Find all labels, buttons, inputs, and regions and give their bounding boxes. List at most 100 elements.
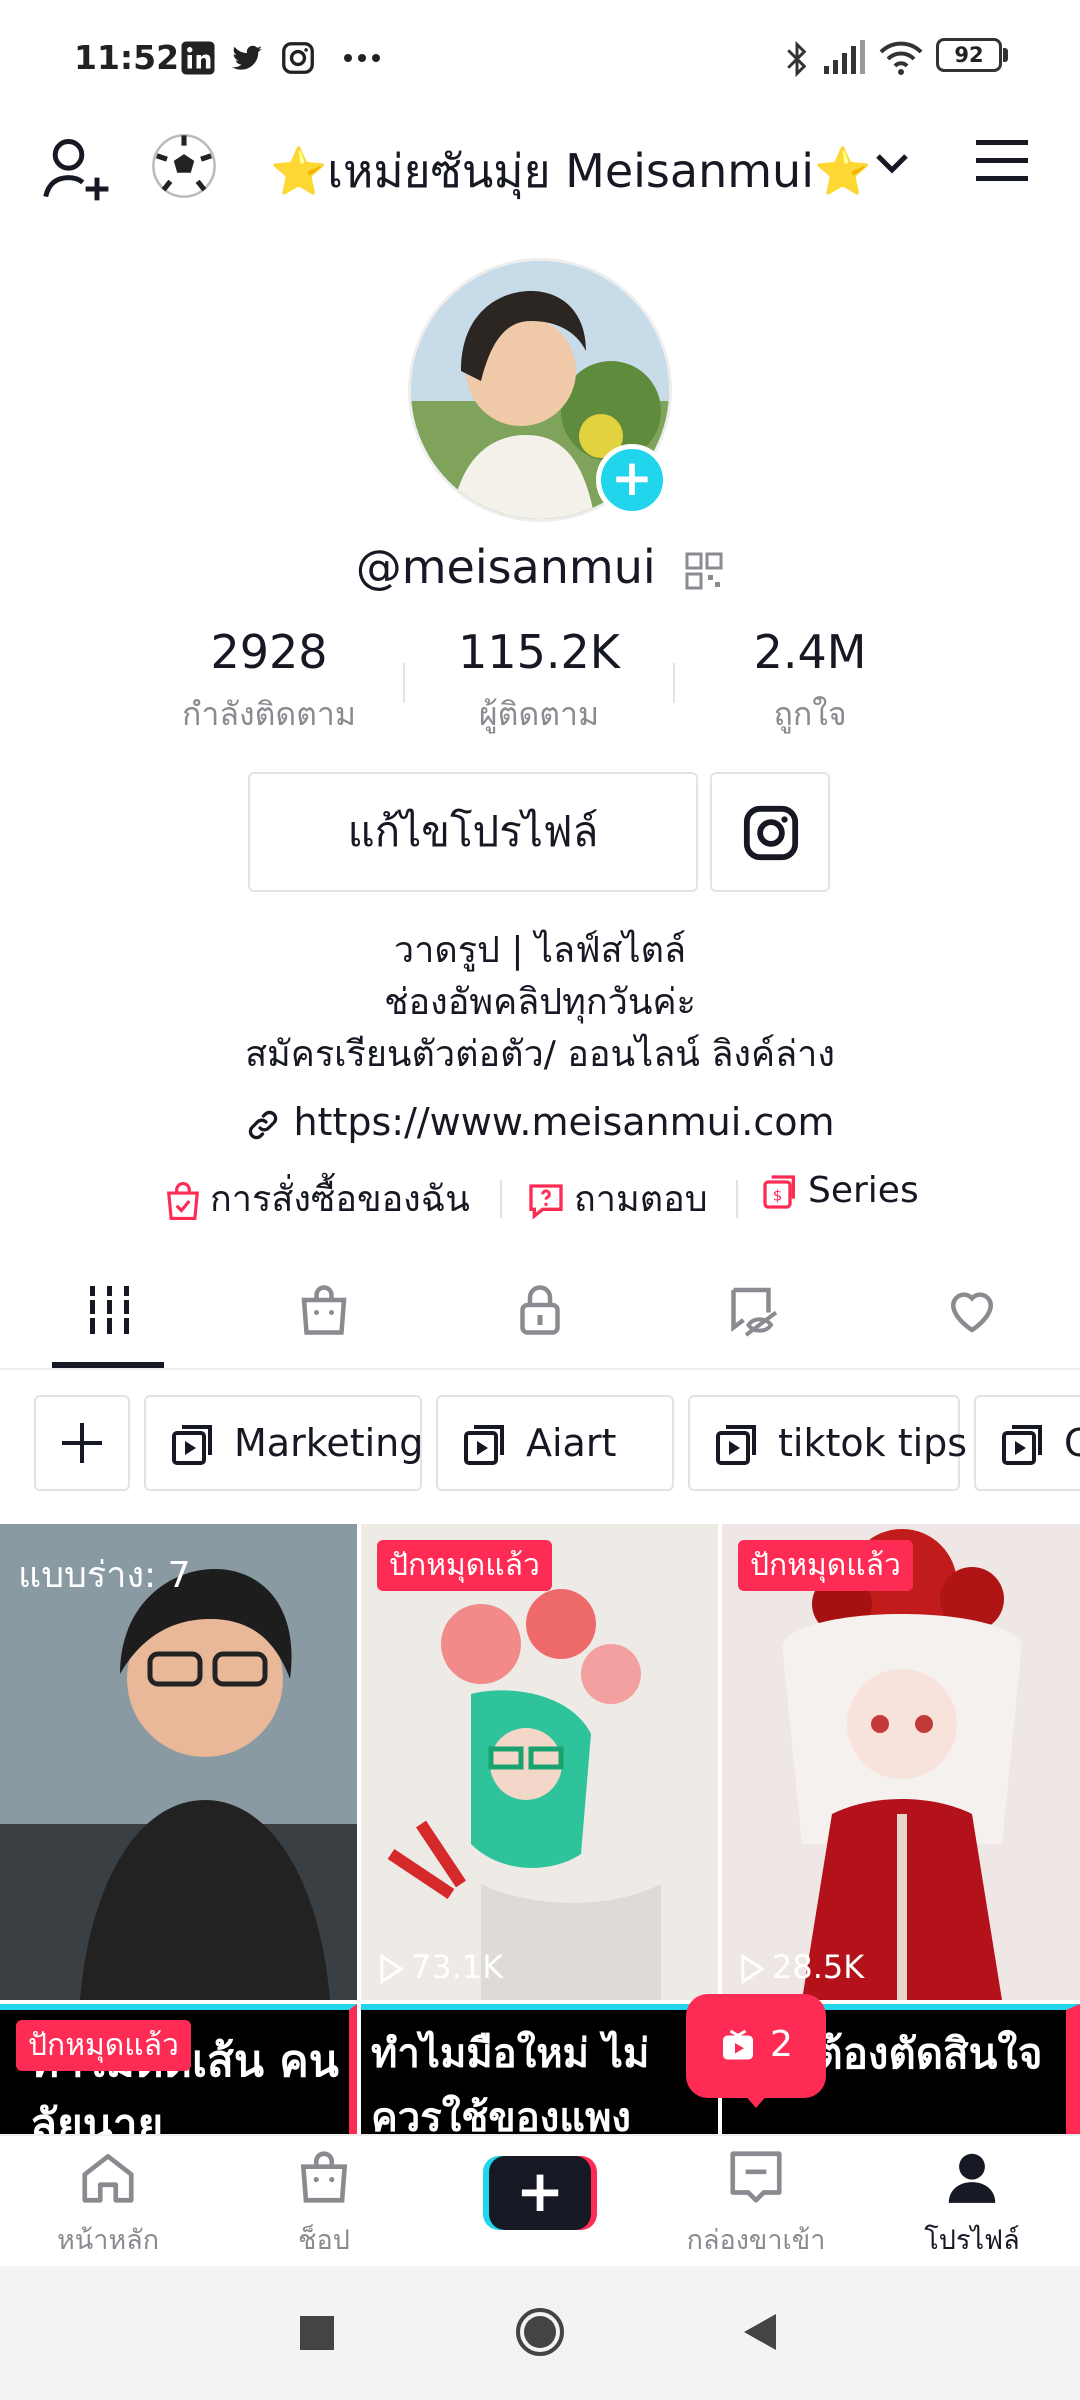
soccer-ball-icon[interactable] [150, 132, 218, 200]
nav-profile[interactable]: โปรไฟล์ [872, 2146, 1072, 2261]
nav-profile-label: โปรไฟล์ [924, 2225, 1020, 2256]
bluetooth-icon [787, 40, 807, 78]
nav-shop[interactable]: ช็อป [224, 2146, 424, 2261]
add-avatar-button[interactable]: + [596, 444, 668, 516]
account-switcher[interactable]: ⭐เหม่ยซันมุ่ย Meisanmui⭐ [270, 135, 871, 208]
series-label: Series [808, 1170, 919, 1211]
instagram-button[interactable] [710, 772, 830, 892]
playlist-chip[interactable]: Marketing [144, 1395, 424, 1491]
following-label: กำลังติดตาม [182, 695, 356, 733]
shopping-bag-check-icon [167, 1182, 199, 1220]
playlist-icon [1002, 1425, 1042, 1465]
playlist-chip[interactable]: tiktok tips [688, 1395, 967, 1491]
following-count: 2928 [210, 625, 328, 679]
instagram-icon [743, 805, 799, 861]
bio-line: ช่องอัพคลิปทุกวันค่ะ [384, 982, 696, 1023]
battery-tip [1003, 48, 1008, 62]
tab-liked-heart-icon[interactable] [942, 1280, 1002, 1340]
profile-extras: การสั่งซื้อของฉัน ถามตอบ $ Series [0, 1170, 1080, 1230]
username: @meisanmui [0, 540, 1080, 594]
video-caption: ทำไมมือใหม่ ไม่ควรใช้ของแพง [371, 2031, 650, 2134]
twitter-icon [232, 45, 262, 70]
wifi-icon [879, 41, 923, 75]
instagram-icon [282, 42, 314, 74]
nav-home-label: หน้าหลัก [56, 2225, 160, 2256]
back-button[interactable] [740, 2310, 780, 2354]
my-orders-label: การสั่งซื้อของฉัน [210, 1179, 470, 1220]
more-dots-icon [344, 54, 380, 62]
active-tab-indicator [52, 1362, 164, 1368]
add-friend-icon[interactable] [40, 132, 116, 208]
shop-bag-icon [300, 2151, 348, 2203]
tab-private-lock-icon[interactable] [510, 1280, 570, 1340]
star-left-icon: ⭐ [270, 144, 328, 198]
video-thumbnail[interactable]: ทำไมติดเส้น คนลัยนาย ปักหมุดแล้ว [0, 2004, 357, 2134]
link-icon [249, 1110, 278, 1139]
bio-line: สมัครเรียนตัวต่อตัว/ ออนไลน์ ลิงค์ล่าง [245, 1034, 835, 1075]
stat-likes[interactable]: 2.4M ถูกใจ [670, 625, 950, 740]
play-icon [380, 1953, 404, 1985]
my-orders-link[interactable]: การสั่งซื้อของฉัน [164, 1170, 470, 1227]
add-playlist-button[interactable] [34, 1395, 130, 1491]
playlist-label: C [1064, 1421, 1080, 1465]
recent-apps-button[interactable] [300, 2316, 334, 2350]
pinned-badge: ปักหมุดแล้ว [16, 2020, 191, 2071]
playlist-chip[interactable]: Aiart [436, 1395, 674, 1491]
video-thumbnail-image [361, 1524, 718, 2000]
playlist-label: Marketing [234, 1421, 424, 1465]
username-text: @meisanmui [355, 540, 656, 594]
bio-line: วาดรูป | ไลฟ์สไตล์ [393, 930, 687, 971]
chevron-down-icon[interactable] [872, 148, 912, 178]
nav-inbox-label: กล่องขาเข้า [686, 2225, 826, 2256]
tab-videos-grid-icon[interactable] [80, 1280, 140, 1340]
account-name: เหม่ยซันมุ่ย Meisanmui [327, 144, 814, 198]
video-thumbnail[interactable]: ทำไมมือใหม่ ไม่ควรใช้ของแพง [361, 2004, 718, 2134]
stat-followers[interactable]: 115.2K ผู้ติดตาม [399, 625, 679, 740]
video-grid: แบบร่าง: 7 ปักหมุดแล้ว 73.1K ปักหมุดแล้ว… [0, 1524, 1080, 2134]
nav-inbox[interactable]: กล่องขาเข้า [656, 2146, 856, 2261]
signal-icon [824, 40, 865, 74]
draft-label: แบบร่าง: 7 [18, 1555, 191, 1596]
view-count-text: 28.5K [772, 1948, 865, 1986]
video-thumbnail[interactable]: ปักหมุดแล้ว 73.1K [361, 1524, 718, 2000]
playlist-icon [464, 1425, 504, 1465]
profile-bio: วาดรูป | ไลฟ์สไตล์ ช่องอัพคลิปทุกวันค่ะ … [0, 925, 1080, 1081]
nav-home[interactable]: หน้าหลัก [8, 2146, 208, 2261]
home-button[interactable] [514, 2306, 566, 2358]
live-count: 2 [770, 2024, 793, 2065]
qr-code-icon[interactable] [684, 551, 724, 591]
battery-icon: 92 [936, 38, 1002, 72]
nav-shop-label: ช็อป [298, 2225, 350, 2256]
playlist-chip[interactable]: C [974, 1395, 1080, 1491]
view-count: 28.5K [738, 1948, 864, 1986]
plus-icon [62, 1423, 102, 1463]
bottom-nav: หน้าหลัก ช็อป + กล่องขาเข้า โปรไฟล์ [0, 2134, 1080, 2266]
playlist-row: Marketing Aiart tiktok tips C [0, 1395, 1080, 1495]
playlist-label: Aiart [526, 1421, 617, 1465]
profile-link[interactable]: https://www.meisanmui.com [0, 1100, 1080, 1144]
video-thumbnail-image [722, 1524, 1080, 2000]
system-nav-bar [0, 2266, 1080, 2400]
tab-reposts-eye-icon[interactable] [726, 1280, 786, 1340]
tab-shop-icon[interactable] [294, 1280, 354, 1340]
live-badge-button[interactable]: 2 [686, 1994, 826, 2108]
pinned-badge: ปักหมุดแล้ว [377, 1540, 552, 1591]
followers-count: 115.2K [458, 625, 620, 679]
profile-stats: 2928 กำลังติดตาม 115.2K ผู้ติดตาม 2.4M ถ… [0, 625, 1080, 745]
qa-link[interactable]: ถามตอบ [526, 1170, 708, 1227]
series-link[interactable]: $ Series [760, 1170, 919, 1212]
extras-divider [736, 1180, 738, 1218]
content-tabs [0, 1250, 1080, 1370]
video-thumbnail[interactable]: แบบร่าง: 7 [0, 1524, 357, 2000]
edit-profile-button[interactable]: แก้ไขโปรไฟล์ [248, 772, 698, 892]
video-thumbnail[interactable]: ปักหมุดแล้ว 28.5K [722, 1524, 1080, 2000]
view-count: 73.1K [377, 1948, 503, 1986]
profile-icon [948, 2153, 996, 2203]
menu-icon[interactable] [974, 136, 1030, 186]
stat-following[interactable]: 2928 กำลังติดตาม [129, 625, 409, 740]
status-time: 11:52 [74, 38, 180, 77]
linkedin-icon [181, 41, 215, 75]
series-icon: $ [763, 1175, 795, 1209]
question-bubble-icon [529, 1184, 563, 1220]
nav-create[interactable]: + [440, 2156, 640, 2230]
